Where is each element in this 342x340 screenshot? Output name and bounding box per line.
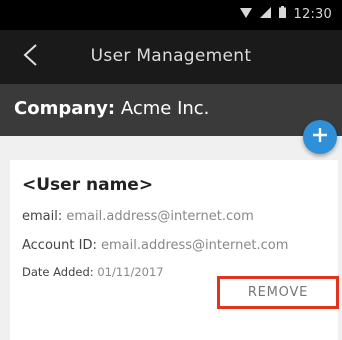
- page-title: User Management: [90, 46, 252, 66]
- add-user-button[interactable]: [303, 120, 337, 154]
- plus-icon: [312, 127, 328, 147]
- remove-button[interactable]: REMOVE: [217, 276, 339, 309]
- status-time: 12:30: [293, 6, 332, 22]
- battery-icon: [278, 6, 286, 22]
- status-icons: 12:30: [239, 6, 332, 22]
- account-id-row: Account ID: email.address@internet.com: [22, 238, 288, 253]
- company-name: Acme Inc.: [120, 98, 210, 119]
- email-label: email:: [22, 209, 63, 224]
- company-label: Company:: [14, 98, 116, 119]
- date-added-row: Date Added: 01/11/2017: [22, 265, 164, 279]
- account-id-value: email.address@internet.com: [101, 238, 289, 253]
- user-card: <User name> email: email.address@interne…: [10, 160, 339, 340]
- user-name: <User name>: [22, 175, 154, 195]
- account-id-label: Account ID:: [22, 238, 97, 253]
- status-bar: 12:30: [0, 0, 342, 30]
- company-header: Company: Acme Inc.: [0, 84, 342, 136]
- date-added-label: Date Added:: [22, 265, 94, 279]
- company-info: Company: Acme Inc.: [14, 98, 209, 119]
- app-toolbar: User Management: [0, 30, 342, 84]
- email-value: email.address@internet.com: [66, 209, 254, 224]
- date-added-value: 01/11/2017: [97, 265, 164, 279]
- wifi-icon: [239, 7, 252, 22]
- email-row: email: email.address@internet.com: [22, 209, 254, 224]
- signal-icon: [259, 6, 271, 22]
